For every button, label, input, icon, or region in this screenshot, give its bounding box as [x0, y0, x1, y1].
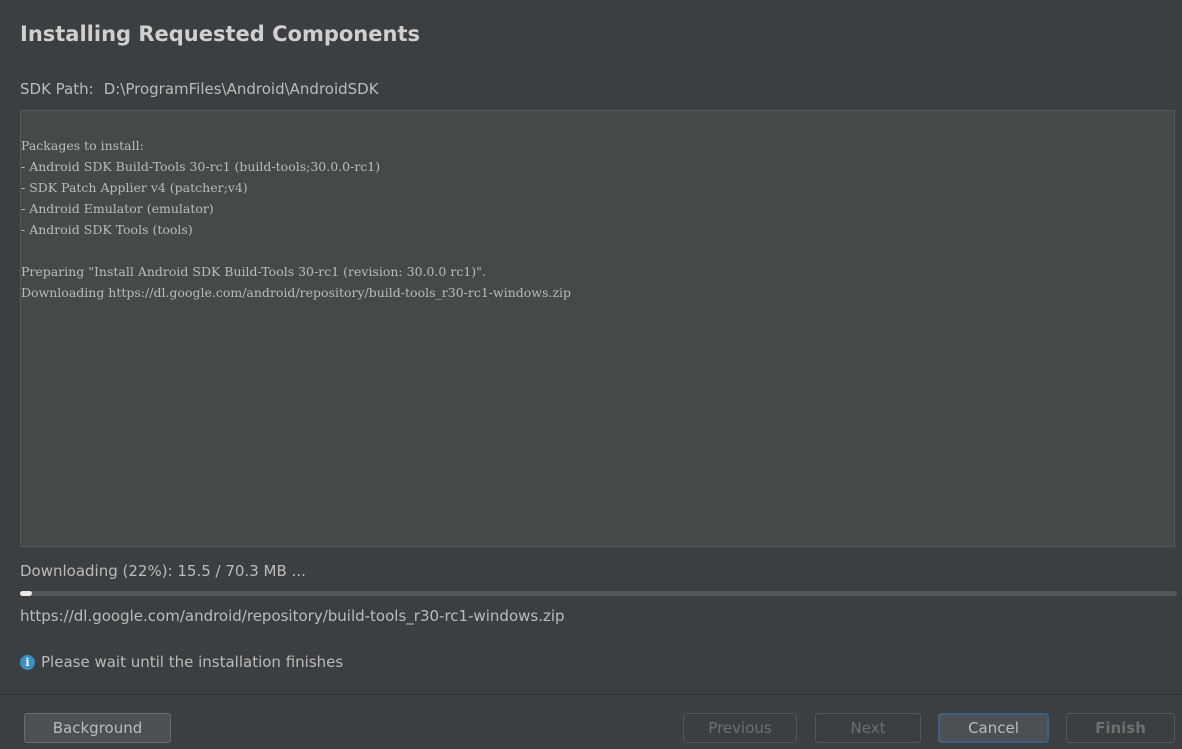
- download-progress-fill: [20, 591, 32, 596]
- sdk-path-row: SDK Path: D:\ProgramFiles\Android\Android…: [20, 80, 379, 98]
- dialog-title: Installing Requested Components: [20, 22, 420, 46]
- previous-button[interactable]: Previous: [683, 713, 797, 743]
- info-message: Please wait until the installation finis…: [41, 653, 344, 671]
- download-url: https://dl.google.com/android/repository…: [20, 607, 565, 625]
- download-status: Downloading (22%): 15.5 / 70.3 MB ...: [20, 562, 306, 580]
- info-message-row: i Please wait until the installation fin…: [20, 653, 343, 671]
- info-icon: i: [20, 654, 35, 670]
- background-button[interactable]: Background: [24, 713, 171, 743]
- sdk-path-label: SDK Path:: [20, 80, 94, 98]
- finish-button[interactable]: Finish: [1066, 713, 1175, 743]
- install-log-console[interactable]: Packages to install: - Android SDK Build…: [20, 110, 1175, 547]
- cancel-button[interactable]: Cancel: [938, 713, 1049, 743]
- log-line: Downloading https://dl.google.com/androi…: [21, 285, 571, 300]
- installer-dialog: Installing Requested Components SDK Path…: [0, 0, 1182, 749]
- button-bar: Background Previous Next Cancel Finish: [0, 694, 1182, 749]
- next-button[interactable]: Next: [815, 713, 921, 743]
- sdk-path-value: D:\ProgramFiles\Android\AndroidSDK: [103, 80, 379, 98]
- download-progress-bar: [20, 591, 1177, 596]
